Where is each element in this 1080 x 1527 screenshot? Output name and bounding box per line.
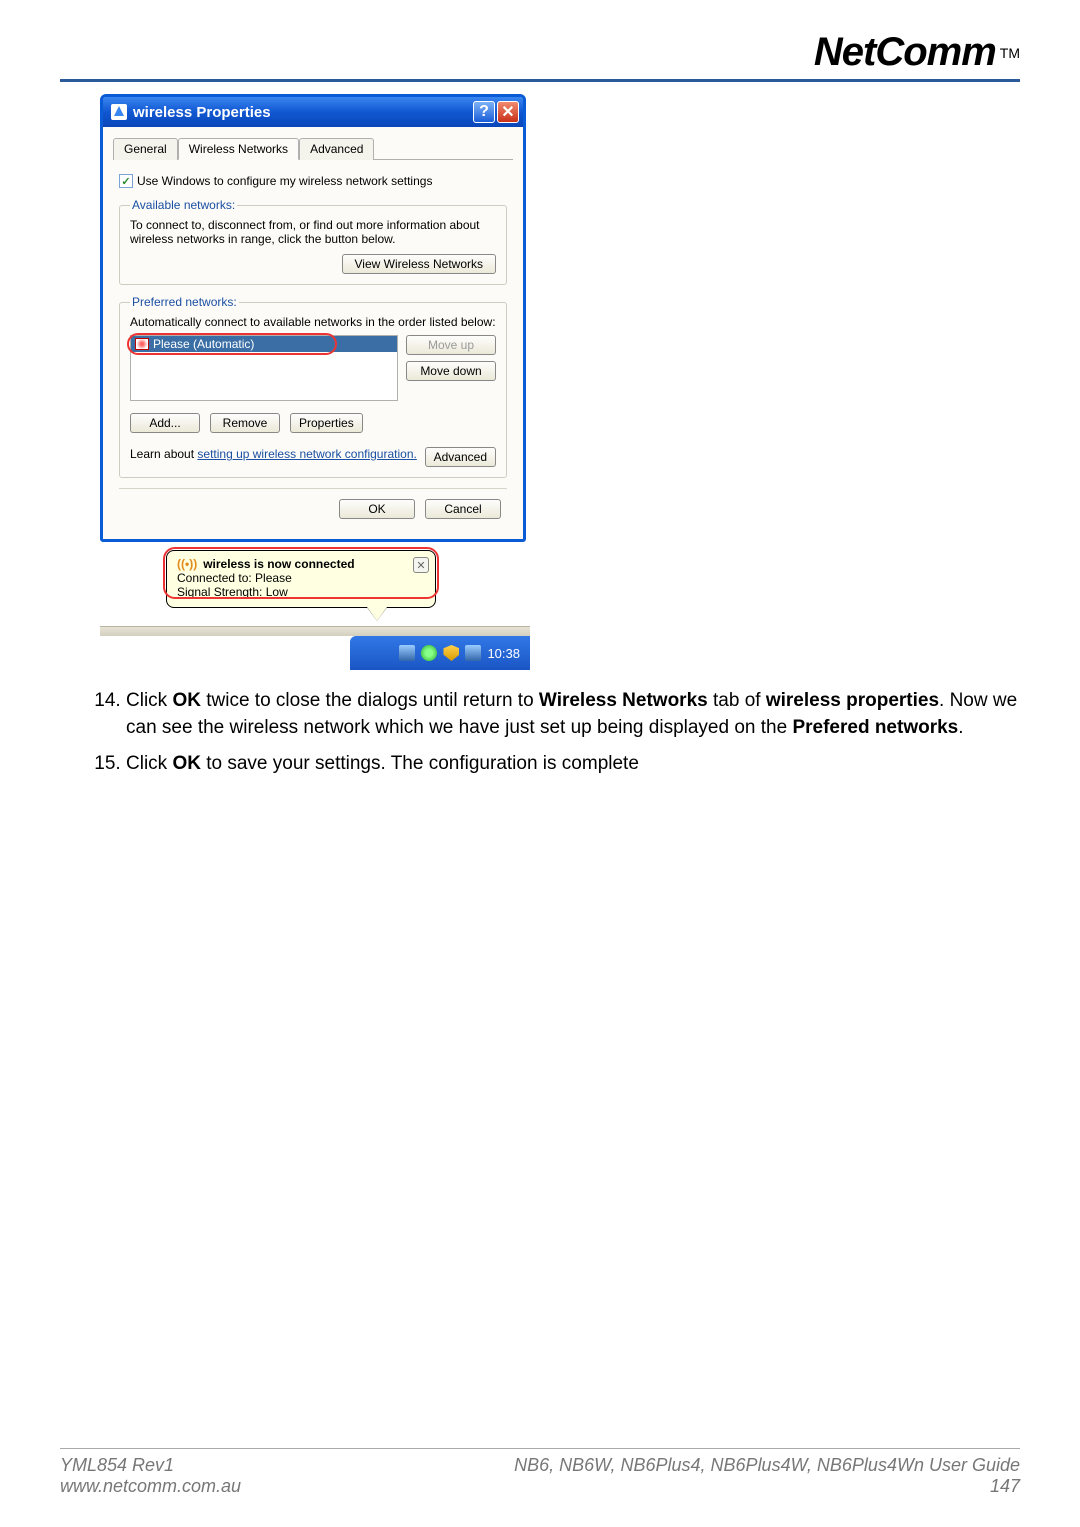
page-header: NetComm TM: [60, 30, 1020, 82]
help-button[interactable]: ?: [473, 101, 495, 123]
t: wireless properties: [766, 690, 939, 711]
use-windows-checkbox[interactable]: ✓: [119, 174, 133, 188]
cancel-button[interactable]: Cancel: [425, 499, 501, 519]
learn-text: Learn about setting up wireless network …: [130, 447, 417, 461]
tab-general[interactable]: General: [113, 138, 178, 160]
footer-rev: YML854 Rev1: [60, 1455, 241, 1476]
status-tray-icon[interactable]: [421, 645, 437, 661]
taskbar-strip: [100, 626, 530, 636]
t: twice to close the dialogs until return …: [201, 690, 539, 711]
wireless-icon: [135, 338, 149, 350]
t: OK: [172, 690, 201, 711]
t: Click: [126, 753, 172, 774]
taskbar: 10:38: [350, 636, 530, 670]
balloon-line1: Connected to: Please: [177, 571, 425, 585]
titlebar: wireless Properties ? ✕: [103, 97, 523, 127]
ok-button[interactable]: OK: [339, 499, 415, 519]
preferred-legend: Preferred networks:: [130, 295, 239, 309]
use-windows-label: Use Windows to configure my wireless net…: [137, 174, 432, 188]
add-button[interactable]: Add...: [130, 413, 200, 433]
tab-wireless-networks[interactable]: Wireless Networks: [178, 138, 299, 160]
available-networks-group: Available networks: To connect to, disco…: [119, 198, 507, 285]
tab-advanced[interactable]: Advanced: [299, 138, 374, 160]
tab-content: ✓ Use Windows to configure my wireless n…: [113, 170, 513, 527]
step-14: Click OK twice to close the dialogs unti…: [126, 688, 1020, 741]
signal-icon: ((•)): [177, 557, 197, 571]
balloon-title: wireless is now connected: [203, 557, 354, 571]
preferred-networks-group: Preferred networks: Automatically connec…: [119, 295, 507, 478]
screenshot-area: wireless Properties ? ✕ General Wireless…: [100, 94, 530, 670]
notification-area: ((•)) wireless is now connected ✕ Connec…: [100, 550, 530, 670]
t: Prefered networks: [792, 717, 958, 738]
close-button[interactable]: ✕: [497, 101, 519, 123]
trademark-symbol: TM: [1000, 45, 1020, 61]
balloon-close-button[interactable]: ✕: [413, 557, 429, 573]
footer-page-number: 147: [514, 1476, 1020, 1497]
advanced-button[interactable]: Advanced: [425, 447, 496, 467]
view-wireless-networks-button[interactable]: View Wireless Networks: [342, 254, 496, 274]
window-title: wireless Properties: [133, 104, 271, 121]
preferred-networks-list[interactable]: Please (Automatic): [130, 335, 398, 401]
t: to save your settings. The configuration…: [201, 753, 639, 774]
brand-logo: NetComm: [814, 30, 996, 75]
available-text: To connect to, disconnect from, or find …: [130, 218, 496, 246]
t: Click: [126, 690, 172, 711]
footer-models: NB6, NB6W, NB6Plus4, NB6Plus4W, NB6Plus4…: [514, 1455, 1020, 1476]
t: OK: [172, 753, 201, 774]
t: Wireless Networks: [539, 690, 708, 711]
preferred-text: Automatically connect to available netwo…: [130, 315, 496, 329]
network-tray-icon[interactable]: [399, 645, 415, 661]
balloon-line2: Signal Strength: Low: [177, 585, 425, 599]
instruction-list: Click OK twice to close the dialogs unti…: [90, 688, 1020, 778]
t: tab of: [708, 690, 766, 711]
window-icon: [111, 104, 127, 120]
wireless-properties-window: wireless Properties ? ✕ General Wireless…: [100, 94, 526, 542]
connection-balloon: ((•)) wireless is now connected ✕ Connec…: [166, 550, 436, 608]
list-item[interactable]: Please (Automatic): [131, 336, 397, 352]
move-down-button[interactable]: Move down: [406, 361, 496, 381]
page-footer: YML854 Rev1 www.netcomm.com.au NB6, NB6W…: [60, 1448, 1020, 1497]
properties-button[interactable]: Properties: [290, 413, 363, 433]
move-up-button[interactable]: Move up: [406, 335, 496, 355]
shield-tray-icon[interactable]: [443, 645, 459, 661]
tabstrip: General Wireless Networks Advanced: [113, 137, 513, 160]
step-15: Click OK to save your settings. The conf…: [126, 751, 1020, 778]
list-item-label: Please (Automatic): [153, 337, 254, 351]
learn-prefix: Learn about: [130, 447, 197, 461]
learn-link[interactable]: setting up wireless network configuratio…: [197, 447, 416, 461]
remove-button[interactable]: Remove: [210, 413, 280, 433]
t: .: [958, 717, 963, 738]
footer-url: www.netcomm.com.au: [60, 1476, 241, 1497]
tray-clock: 10:38: [487, 646, 520, 661]
volume-tray-icon[interactable]: [465, 645, 481, 661]
brand-text: NetComm: [814, 30, 996, 74]
available-legend: Available networks:: [130, 198, 237, 212]
